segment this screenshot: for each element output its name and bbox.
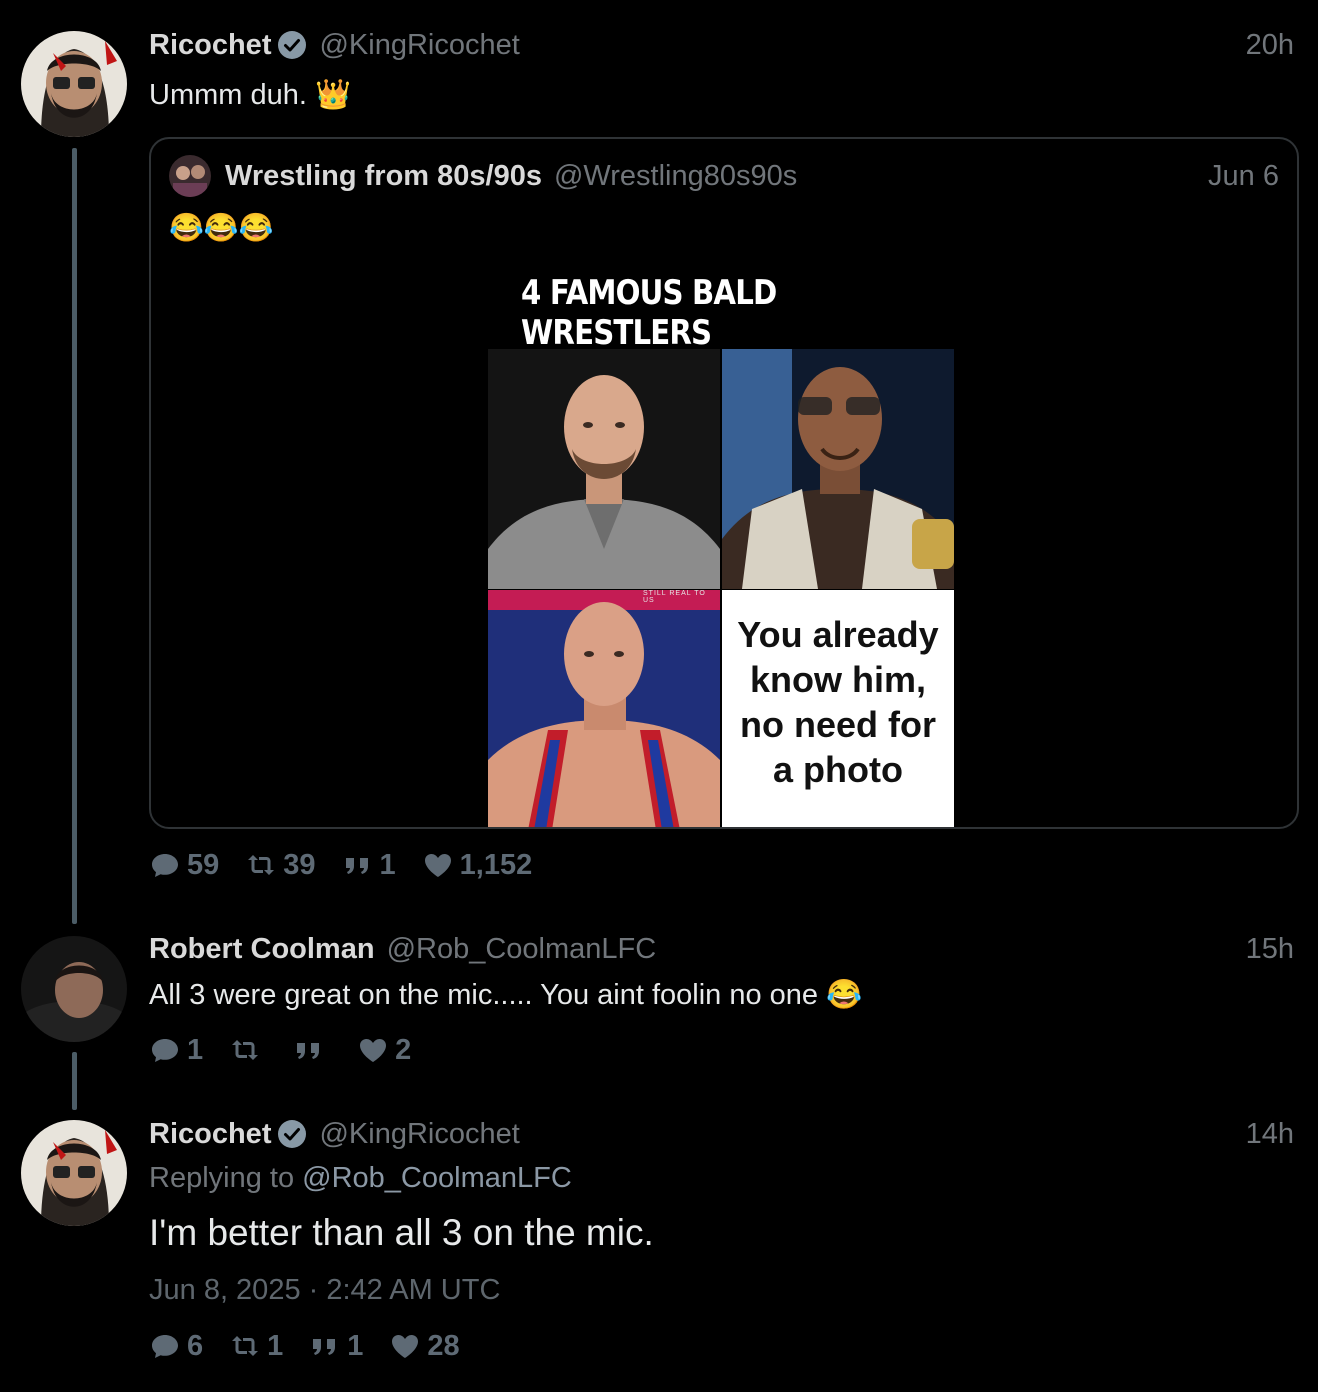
avatar-ricochet[interactable] (21, 1120, 127, 1226)
author-handle[interactable]: @Rob_CoolmanLFC (387, 933, 657, 966)
author-name[interactable]: Ricochet (149, 29, 271, 62)
avatar-robert-coolman[interactable] (21, 936, 127, 1042)
tweet-actions: 1 2 (149, 1030, 437, 1070)
meme-line: You already (737, 614, 939, 655)
meme-title: 4 FAMOUS BALD WRESTLERS (521, 273, 777, 353)
replying-to-prefix: Replying to (149, 1162, 295, 1194)
heart-icon (360, 1039, 387, 1062)
quoted-author-name[interactable]: Wrestling from 80s/90s (225, 160, 542, 193)
tweet-header: Ricochet @KingRicochet 14h (149, 1114, 1294, 1154)
quoted-author-handle[interactable]: @Wrestling80s90s (554, 160, 797, 193)
quote-marks-icon (297, 1043, 320, 1059)
meme-panel-4-text: You already know him, no need for a phot… (722, 612, 954, 792)
retweet-count: 1 (267, 1329, 284, 1362)
meme-image[interactable]: 4 FAMOUS BALD WRESTLERS STILL REAL TO US… (488, 273, 960, 827)
meme-small-caption: STILL REAL TO US (643, 590, 706, 604)
meme-panel-2 (722, 349, 954, 589)
quoted-tweet-header: Wrestling from 80s/90s @Wrestling80s90s … (169, 155, 1279, 197)
bald-wrestler-photo-2 (722, 349, 954, 589)
tweet-time[interactable]: 14h (1246, 1118, 1294, 1151)
meme-line: a photo (773, 749, 903, 790)
tweet-header: Robert Coolman @Rob_CoolmanLFC 15h (149, 929, 1294, 969)
reply-count: 59 (187, 848, 220, 881)
thread-line (72, 148, 77, 924)
like-button[interactable]: 1,152 (422, 848, 533, 882)
tweet-text: I'm better than all 3 on the mic. (149, 1212, 654, 1253)
quote-marks-icon (345, 858, 368, 874)
tweet-2[interactable]: Robert Coolman @Rob_CoolmanLFC 15h All 3… (0, 920, 1318, 1110)
robert-avatar-image (21, 936, 127, 1042)
reply-button[interactable]: 59 (149, 849, 219, 882)
verified-badge-icon (278, 1120, 307, 1148)
wrestling-avatar-image (169, 155, 211, 197)
heart-icon (392, 1335, 419, 1358)
avatar-ricochet[interactable] (21, 31, 127, 137)
meme-panel-3: STILL REAL TO US (488, 590, 720, 827)
replying-to-mention[interactable]: @Rob_CoolmanLFC (302, 1162, 572, 1194)
retweet-button[interactable] (229, 1034, 267, 1066)
replying-to: Replying to @Rob_CoolmanLFC (149, 1162, 572, 1195)
tweet-text: Ummm duh. 👑 (149, 79, 352, 111)
reply-bubble-icon (152, 1335, 178, 1358)
quote-button[interactable]: 1 (342, 849, 396, 882)
like-button[interactable]: 2 (357, 1034, 411, 1067)
quote-button[interactable] (293, 1034, 331, 1066)
quote-count: 1 (347, 1329, 364, 1362)
tweet-3[interactable]: Ricochet @KingRicochet 14h Replying to @… (0, 1110, 1318, 1392)
meme-line: know him, (749, 659, 926, 700)
tweet-header: Ricochet @KingRicochet 20h (149, 25, 1294, 65)
like-button[interactable]: 28 (389, 1329, 460, 1363)
tweet-time[interactable]: 20h (1246, 29, 1294, 62)
tweet-text: All 3 were great on the mic..... You ain… (149, 979, 863, 1011)
reply-bubble-icon (152, 1039, 178, 1062)
avatar-wrestling80s90s[interactable] (169, 155, 211, 197)
verified-badge-icon (278, 31, 307, 59)
retweet-count: 39 (283, 848, 316, 881)
author-name[interactable]: Robert Coolman (149, 933, 375, 966)
like-count: 28 (427, 1329, 460, 1362)
bald-wrestler-photo-1 (488, 349, 720, 589)
reply-bubble-icon (152, 854, 178, 877)
retweet-icon (232, 1040, 259, 1060)
reply-count: 6 (187, 1329, 204, 1362)
reply-button[interactable]: 6 (149, 1330, 203, 1363)
retweet-button[interactable]: 39 (245, 848, 316, 882)
retweet-button[interactable]: 1 (229, 1330, 283, 1363)
ricochet-avatar-image (21, 1120, 127, 1226)
author-handle[interactable]: @KingRicochet (319, 29, 519, 62)
ricochet-avatar-image (21, 31, 127, 137)
meme-panel-4: You already know him, no need for a phot… (722, 590, 954, 827)
reply-button[interactable]: 1 (149, 1034, 203, 1067)
quote-count: 1 (379, 848, 396, 881)
tweet-time[interactable]: 15h (1246, 933, 1294, 966)
bald-wrestler-photo-3 (488, 590, 720, 827)
like-count: 1,152 (459, 848, 533, 881)
author-name[interactable]: Ricochet (149, 1118, 271, 1151)
meme-line: no need for (740, 704, 936, 745)
tweet-actions: 59 39 1 1,152 (149, 845, 558, 885)
tweet-1[interactable]: Ricochet @KingRicochet 20h Ummm duh. 👑 W… (0, 0, 1318, 924)
thread-line (72, 1052, 77, 1110)
reply-count: 1 (187, 1033, 204, 1066)
like-count: 2 (395, 1033, 412, 1066)
author-handle[interactable]: @KingRicochet (319, 1118, 519, 1151)
quote-marks-icon (313, 1339, 336, 1355)
quoted-tweet-text: 😂😂😂 (169, 212, 274, 243)
heart-icon (424, 854, 451, 877)
tweet-actions: 6 1 1 28 (149, 1326, 486, 1366)
quoted-tweet-time[interactable]: Jun 6 (1208, 160, 1279, 193)
retweet-icon (232, 1336, 259, 1356)
quote-button[interactable]: 1 (309, 1330, 363, 1363)
retweet-icon (248, 855, 275, 875)
tweet-date[interactable]: Jun 8, 2025 · 2:42 AM UTC (149, 1274, 500, 1307)
quoted-tweet[interactable]: Wrestling from 80s/90s @Wrestling80s90s … (149, 137, 1299, 829)
meme-panel-1 (488, 349, 720, 589)
